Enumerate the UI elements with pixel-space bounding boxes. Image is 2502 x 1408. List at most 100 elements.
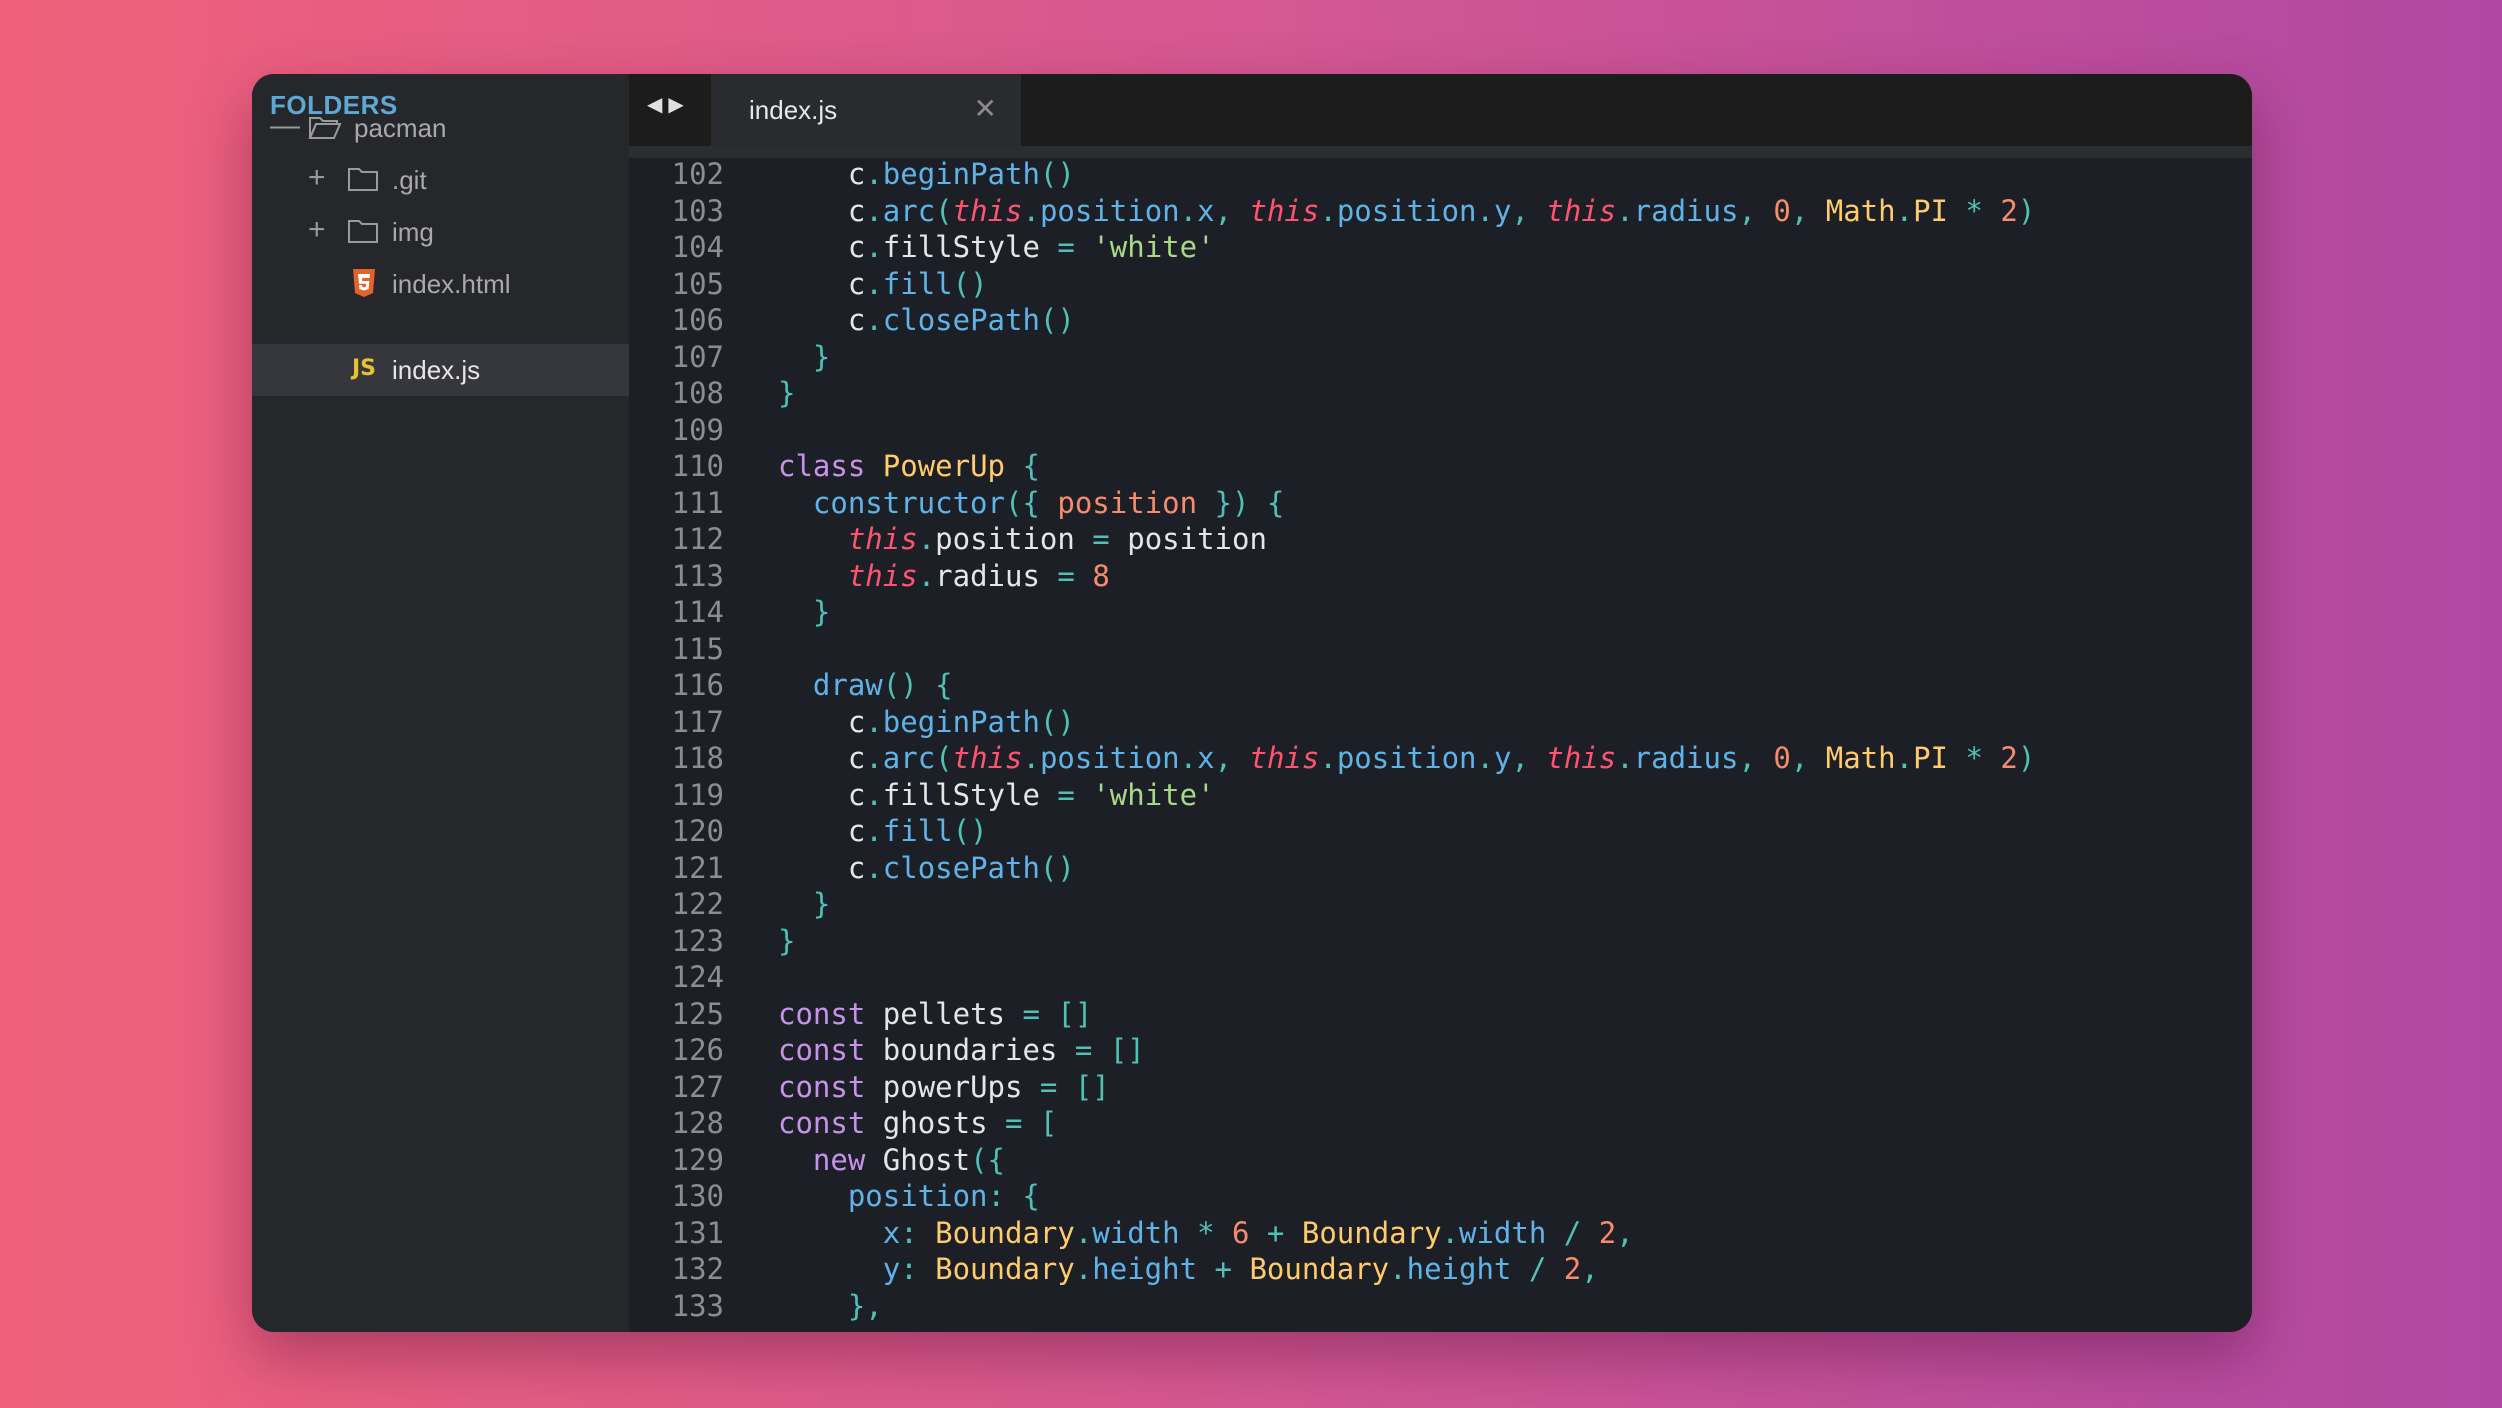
code-line[interactable]: 118 c.arc(this.position.x, this.position… <box>629 740 2036 776</box>
code-line[interactable]: 104 c.fillStyle = 'white' <box>629 229 1215 265</box>
code-line[interactable]: 115 <box>629 631 778 667</box>
code-line[interactable]: 125 const pellets = [] <box>629 996 1093 1032</box>
code-token: const <box>778 1106 866 1140</box>
code-line[interactable]: 108} <box>629 375 796 411</box>
code-token: , <box>1738 193 1774 228</box>
code-line[interactable]: 123} <box>629 923 796 959</box>
code-line[interactable]: 109 <box>629 412 778 448</box>
code-line[interactable]: 130 position: { <box>629 1178 1040 1214</box>
tree-item-img[interactable]: + img <box>252 206 629 258</box>
tree-item-label: img <box>392 217 434 247</box>
code-line[interactable]: 133 }, <box>629 1288 883 1324</box>
code-line[interactable]: 128 const ghosts = [ <box>629 1105 1058 1141</box>
code-token: fillStyle <box>882 230 1040 264</box>
code-token: fill <box>882 266 953 301</box>
tree-item-index-js[interactable]: JS index.js <box>252 344 629 396</box>
folder-icon <box>347 166 379 197</box>
code-line[interactable]: 105 c.fill() <box>629 266 988 302</box>
code-token: position <box>1336 193 1477 228</box>
code-token: c <box>778 266 866 301</box>
code-token: beginPath <box>882 158 1040 191</box>
code-token: x <box>1197 741 1215 775</box>
code-token: * <box>1965 193 1983 228</box>
line-number: 113 <box>671 558 724 593</box>
code-token: = <box>1039 230 1093 264</box>
code-line[interactable]: 107 } <box>629 339 831 375</box>
tree-item-git[interactable]: + .git <box>252 154 629 206</box>
code-token: = <box>1074 522 1128 556</box>
code-line[interactable]: 121 c.closePath() <box>629 850 1075 886</box>
code-token: 6 <box>1232 1215 1250 1250</box>
code-token: . <box>1179 193 1198 228</box>
code-token: () <box>1039 158 1075 191</box>
collapse-icon[interactable]: — <box>270 106 300 146</box>
code-token: c <box>778 850 866 885</box>
code-token: . <box>865 704 883 739</box>
code-token: PI <box>1913 193 1948 228</box>
code-token: () <box>1039 850 1075 885</box>
code-token: arc <box>882 193 936 228</box>
code-token: () <box>1039 303 1075 337</box>
code-line[interactable]: 120 c.fill() <box>629 813 988 849</box>
code-line[interactable]: 119 c.fillStyle = 'white' <box>629 777 1215 813</box>
close-icon[interactable]: ✕ <box>974 94 997 124</box>
code-line[interactable]: 122 } <box>629 886 831 922</box>
code-token: = [] <box>1057 1033 1145 1067</box>
code-token: this <box>1546 193 1617 228</box>
code-line[interactable]: 116 draw() { <box>629 667 953 703</box>
code-line[interactable]: 114 } <box>629 594 831 630</box>
code-token: . <box>1022 193 1040 228</box>
tree-item-index-html[interactable]: index.html <box>252 258 629 310</box>
nav-back-icon[interactable]: ◀ <box>647 94 668 116</box>
code-token: boundaries <box>865 1033 1058 1067</box>
code-token: Math <box>1825 741 1896 775</box>
code-token: position <box>935 522 1075 556</box>
nav-forward-icon[interactable]: ▶ <box>668 94 689 116</box>
expand-icon[interactable]: + <box>308 210 326 250</box>
code-token: ) <box>2017 741 2036 775</box>
code-line[interactable]: 113 this.radius = 8 <box>629 558 1110 594</box>
code-line[interactable]: 126 const boundaries = [] <box>629 1032 1145 1068</box>
code-token: . <box>1074 1215 1093 1250</box>
code-token: , <box>1214 193 1250 228</box>
code-line[interactable]: 117 c.beginPath() <box>629 704 1075 740</box>
code-line[interactable]: 127 const powerUps = [] <box>629 1069 1110 1105</box>
horizontal-scrollbar[interactable] <box>629 146 2252 158</box>
code-token: position <box>1039 741 1180 775</box>
tab-index-js[interactable]: index.js ✕ <box>711 74 1021 146</box>
code-line[interactable]: 124 <box>629 959 778 995</box>
code-line[interactable]: 132 y: Boundary.height + Boundary.height… <box>629 1251 1599 1287</box>
code-line[interactable]: 131 x: Boundary.width * 6 + Boundary.wid… <box>629 1215 1634 1251</box>
code-line[interactable]: 129 new Ghost({ <box>629 1142 1005 1178</box>
code-token: this <box>952 193 1023 228</box>
code-line[interactable]: 106 c.closePath() <box>629 302 1075 338</box>
code-token: , <box>1790 741 1826 775</box>
code-token: c <box>778 814 866 848</box>
code-token: , <box>1790 193 1826 228</box>
line-number: 133 <box>671 1288 724 1323</box>
code-line[interactable]: 102 c.beginPath() <box>629 158 1075 192</box>
line-number: 103 <box>671 193 724 228</box>
code-line[interactable]: 111 constructor({ position }) { <box>629 485 1285 521</box>
code-editor[interactable]: 102 c.beginPath() 103 c.arc(this.position… <box>629 158 2252 1332</box>
line-number: 118 <box>671 741 724 775</box>
code-line[interactable]: 110 class PowerUp { <box>629 448 1040 484</box>
code-line[interactable]: 103 c.arc(this.position.x, this.position… <box>629 193 2036 229</box>
code-token: / <box>1511 1252 1564 1286</box>
code-token: Boundary <box>935 1215 1075 1250</box>
line-number: 111 <box>671 485 724 520</box>
code-token: . <box>1616 741 1634 775</box>
code-token: } <box>778 339 831 374</box>
code-line[interactable]: 112 this.position = position <box>629 521 1267 557</box>
tree-item-pacman[interactable]: — pacman <box>252 102 629 154</box>
code-token: const <box>778 996 866 1031</box>
code-token: this <box>1546 741 1617 775</box>
code-token: , <box>1581 1252 1599 1286</box>
code-token: ghosts <box>865 1106 988 1140</box>
line-number: 132 <box>671 1252 724 1286</box>
expand-icon[interactable]: + <box>308 158 326 198</box>
